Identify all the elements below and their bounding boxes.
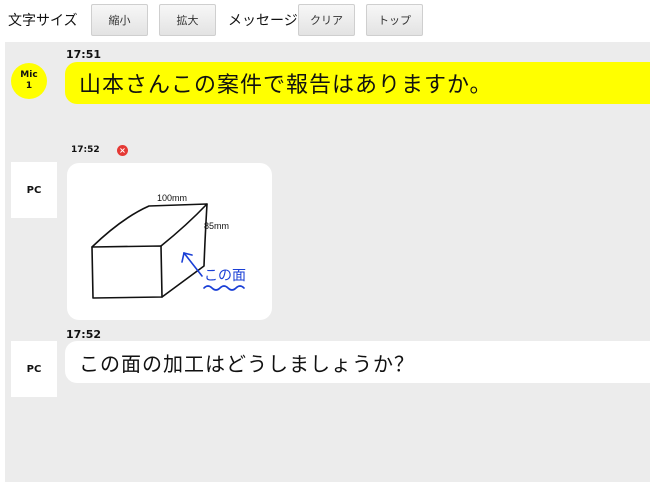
message-label: メッセージ bbox=[228, 13, 298, 29]
clear-button[interactable]: クリア bbox=[298, 4, 355, 36]
message-time: 17:52 bbox=[71, 145, 100, 155]
chat-area[interactable]: 17:51 Mic 1 山本さんこの案件で報告はありますか。 17:52 × P… bbox=[5, 42, 650, 482]
shrink-button[interactable]: 縮小 bbox=[91, 4, 148, 36]
image-message[interactable]: 100mm 85mm この面 bbox=[67, 163, 272, 320]
message-text: 山本さんこの案件で報告はありますか。 bbox=[79, 73, 493, 98]
message-time: 17:51 bbox=[66, 48, 102, 61]
message-time: 17:52 bbox=[66, 328, 102, 341]
delete-icon[interactable]: × bbox=[117, 145, 128, 156]
width-dimension-label: 100mm bbox=[157, 193, 187, 203]
sender-number: 1 bbox=[25, 81, 33, 91]
message-bubble: この面の加工はどうしましょうか？ bbox=[65, 341, 650, 383]
box-sketch-image: 100mm 85mm この面 bbox=[91, 193, 246, 299]
toolbar: 文字サイズ 縮小 拡大 メッセージ クリア トップ bbox=[0, 0, 650, 40]
message-bubble: 山本さんこの案件で報告はありますか。 bbox=[65, 62, 650, 104]
height-dimension-label: 85mm bbox=[204, 221, 229, 231]
font-size-label: 文字サイズ bbox=[8, 13, 78, 29]
sender-avatar-mic: Mic 1 bbox=[11, 63, 47, 99]
sender-avatar-pc: PC bbox=[11, 162, 57, 218]
enlarge-button[interactable]: 拡大 bbox=[159, 4, 216, 36]
sender-name: Mic bbox=[20, 70, 38, 80]
message-text: この面の加工はどうしましょうか？ bbox=[79, 351, 415, 376]
top-button[interactable]: トップ bbox=[366, 4, 423, 36]
sender-avatar-pc: PC bbox=[11, 341, 57, 397]
annotation-label: この面 bbox=[204, 268, 246, 284]
